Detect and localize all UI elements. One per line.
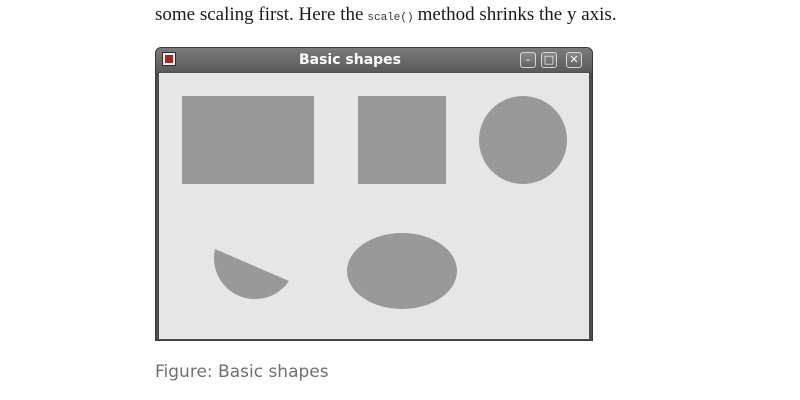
- pie-segment-shape: [213, 249, 289, 300]
- drawing-area: [159, 73, 589, 339]
- window-titlebar[interactable]: Basic shapes – □ ✕: [156, 48, 592, 72]
- window-title: Basic shapes: [298, 52, 402, 68]
- maximize-button[interactable]: □: [541, 52, 557, 68]
- rectangle-shape: [182, 96, 314, 184]
- ellipse-shape: [347, 233, 457, 309]
- basic-shapes-window[interactable]: Basic shapes – □ ✕: [155, 47, 593, 341]
- minimize-button[interactable]: –: [520, 52, 536, 68]
- inline-code-scale: scale(): [367, 12, 414, 24]
- square-shape: [358, 96, 446, 184]
- paragraph-text-start: some scaling first. Here the: [155, 4, 364, 25]
- shapes-canvas: [182, 96, 567, 309]
- article-paragraph: some scaling first. Here the scale() metho…: [155, 2, 617, 31]
- close-button[interactable]: ✕: [566, 52, 582, 68]
- figure-caption: Figure: Basic shapes: [155, 362, 329, 382]
- paragraph-text-end: method shrinks the y axis.: [417, 4, 617, 25]
- page: some scaling first. Here the scale() metho…: [0, 0, 800, 400]
- circle-shape: [479, 96, 567, 184]
